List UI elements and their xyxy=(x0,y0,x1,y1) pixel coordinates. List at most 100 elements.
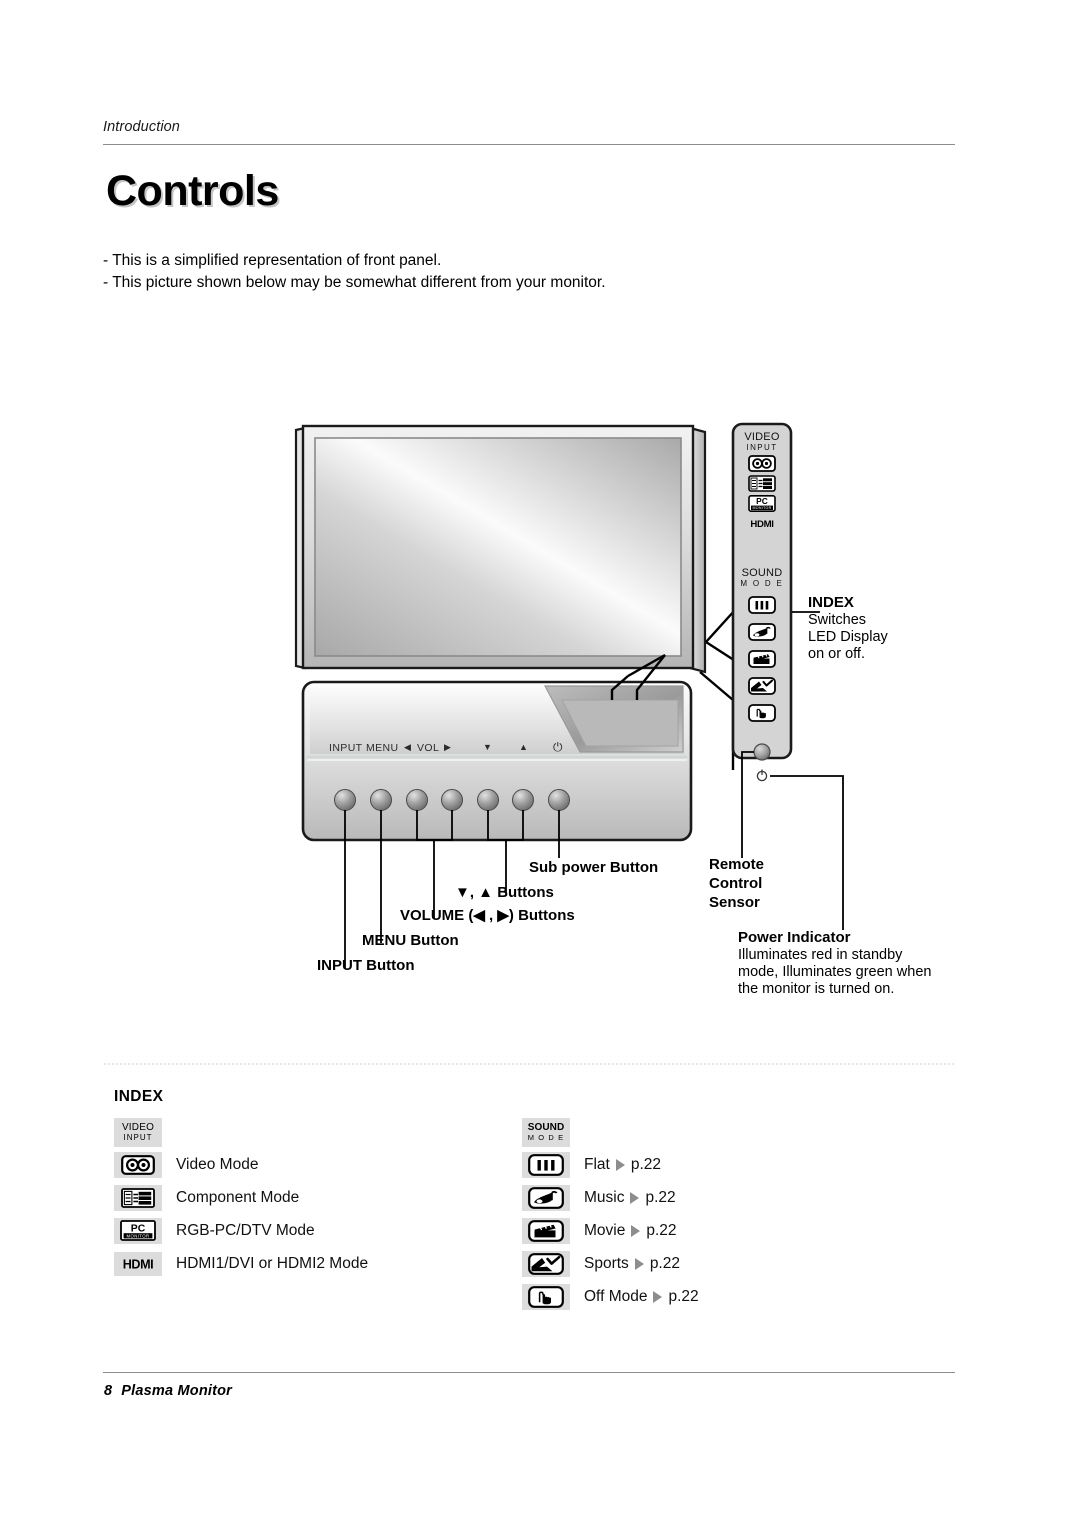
side-panel-rgb-pc-button[interactable]: PC MONITOR xyxy=(748,495,776,517)
panel-label-input: INPUT xyxy=(329,742,363,754)
side-panel-sound-label-line2: M O D E xyxy=(740,579,784,588)
page-arrow-icon xyxy=(631,1224,641,1237)
monitor-illustration xyxy=(294,424,707,674)
side-panel-hdmi-button[interactable]: HDMI xyxy=(748,517,776,535)
flat-sound-icon xyxy=(748,596,776,614)
legend-label-movie-text: Movie xyxy=(584,1221,626,1239)
hdmi-icon: HDMI xyxy=(114,1251,162,1276)
legend-label-video-mode: Video Mode xyxy=(176,1155,259,1173)
legend-label-hdmi-mode: HDMI1/DVI or HDMI2 Mode xyxy=(176,1254,369,1272)
video-mode-icon xyxy=(748,455,776,472)
panel-label-vol-right-arrow: ▶ xyxy=(444,742,452,752)
header-chapter-label: Introduction xyxy=(103,119,180,135)
footer: 8 Plasma Monitor xyxy=(104,1383,232,1399)
legend-row-component-mode: Component Mode xyxy=(114,1181,368,1214)
legend-row-music-sound: Music p.22 xyxy=(522,1181,699,1214)
leader-lines-monitor xyxy=(610,609,741,770)
header-divider xyxy=(103,144,955,145)
side-panel-flat-sound-button[interactable] xyxy=(748,596,776,619)
callout-power-indicator-line-3: the monitor is turned on. xyxy=(738,981,895,997)
legend-page-flat: p.22 xyxy=(630,1155,662,1173)
legend-label-rgb-pc-dtv-mode: RGB-PC/DTV Mode xyxy=(176,1221,315,1239)
pc-chip-subtext: MONITOR xyxy=(126,1233,149,1238)
legend-label-component-mode: Component Mode xyxy=(176,1188,300,1206)
legend-label-sports-sound: Sports p.22 xyxy=(584,1255,680,1273)
side-panel-sports-sound-button[interactable] xyxy=(748,677,776,700)
legend-page-sports: p.22 xyxy=(649,1254,680,1272)
legend-label-music-sound: Music p.22 xyxy=(584,1189,676,1207)
legend-page-off-mode: p.22 xyxy=(668,1287,699,1305)
callout-input-button: INPUT Button xyxy=(317,957,415,974)
side-panel-video-label-line2: INPUT xyxy=(746,443,778,452)
callout-power-indicator-title: Power Indicator xyxy=(738,929,851,946)
callout-remote-line-1: Remote xyxy=(709,856,765,873)
svg-text:PC: PC xyxy=(756,496,768,506)
front-panel-buttons xyxy=(334,789,570,811)
front-panel-illustration xyxy=(301,680,693,842)
legend-row-video-mode: Video Mode xyxy=(114,1148,368,1181)
sports-sound-icon xyxy=(748,677,776,695)
rgb-pc-dtv-icon: PC MONITOR xyxy=(748,495,776,512)
panel-label-vol-left-arrow: ◀ xyxy=(404,742,412,752)
legend-label-sports-text: Sports xyxy=(584,1254,629,1272)
legend-label-off-mode-text: Off Mode xyxy=(584,1287,648,1305)
legend-label-movie-sound: Movie p.22 xyxy=(584,1222,677,1240)
movie-sound-icon xyxy=(748,650,776,668)
side-panel-music-sound-button[interactable] xyxy=(748,623,776,646)
callout-remote-line-3: Sensor xyxy=(709,894,760,911)
svg-text:HDMI: HDMI xyxy=(750,519,774,530)
page-arrow-icon xyxy=(630,1191,640,1204)
legend-row-sports-sound: Sports p.22 xyxy=(522,1247,699,1280)
footer-page-number: 8 xyxy=(104,1383,113,1399)
callout-menu-button: MENU Button xyxy=(362,932,459,949)
footer-divider xyxy=(103,1372,955,1373)
video-mode-icon xyxy=(114,1151,162,1178)
index-legend-heading: INDEX xyxy=(114,1088,164,1105)
legend-row-movie-sound: Movie p.22 xyxy=(522,1214,699,1247)
side-panel-movie-sound-button[interactable] xyxy=(748,650,776,673)
callout-updown-buttons: ▼, ▲ Buttons xyxy=(455,884,554,901)
legend-label-flat-sound: Flat p.22 xyxy=(584,1156,661,1174)
side-panel-off-mode-button[interactable] xyxy=(748,704,776,727)
video-input-chip-line1: VIDEO xyxy=(121,1121,155,1133)
callout-sub-power-button: Sub power Button xyxy=(529,859,659,876)
side-panel-component-mode-button[interactable] xyxy=(748,475,776,497)
page-title: Controls xyxy=(106,167,279,215)
legend-page-movie: p.22 xyxy=(646,1221,677,1239)
sound-mode-chip-line1: SOUND xyxy=(527,1121,565,1133)
component-mode-icon xyxy=(114,1184,162,1211)
legend-label-off-mode: Off Mode p.22 xyxy=(584,1288,699,1306)
sound-mode-chip: SOUND M O D E xyxy=(522,1117,570,1147)
movie-sound-icon xyxy=(522,1217,570,1244)
callout-remote-line-2: Control xyxy=(709,875,763,892)
panel-label-down-arrow: ▼ xyxy=(483,742,493,752)
side-panel-sound-label-line1: SOUND xyxy=(741,567,783,579)
panel-label-up-arrow: ▲ xyxy=(519,742,529,752)
index-legend-right-column: SOUND M O D E Flat p.22 Music p.22 Movie… xyxy=(522,1116,699,1313)
legend-label-flat-text: Flat xyxy=(584,1155,610,1173)
index-legend-left-column: VIDEO INPUT Video Mode Component Mode PC… xyxy=(114,1116,368,1280)
svg-text:MONITOR: MONITOR xyxy=(752,506,771,510)
page-arrow-icon xyxy=(615,1158,625,1171)
legend-row-flat-sound: Flat p.22 xyxy=(522,1148,699,1181)
intro-text-block: - This is a simplified representation of… xyxy=(103,250,923,294)
page-arrow-icon xyxy=(634,1257,644,1270)
callout-index-body-3: on or off. xyxy=(808,646,865,662)
legend-page-music: p.22 xyxy=(645,1188,676,1206)
intro-line-1: - This is a simplified representation of… xyxy=(103,252,442,269)
sports-sound-icon xyxy=(522,1250,570,1277)
side-panel-video-label-line1: VIDEO xyxy=(744,431,780,443)
callout-index-title: INDEX xyxy=(808,594,854,611)
hdmi-chip-text: HDMI xyxy=(123,1257,154,1271)
panel-label-menu: MENU xyxy=(366,742,399,754)
side-panel-video-mode-button[interactable] xyxy=(748,455,776,477)
page-arrow-icon xyxy=(653,1290,663,1303)
panel-label-power-icon: ⏻ xyxy=(553,740,563,754)
legend-label-music-text: Music xyxy=(584,1188,625,1206)
component-mode-icon xyxy=(748,475,776,492)
music-sound-icon xyxy=(748,623,776,641)
hdmi-icon: HDMI xyxy=(750,519,774,530)
section-divider xyxy=(103,1063,955,1065)
rgb-pc-dtv-icon: PC MONITOR xyxy=(114,1217,162,1244)
callout-volume-buttons: VOLUME (◀ , ▶) Buttons xyxy=(400,907,575,924)
